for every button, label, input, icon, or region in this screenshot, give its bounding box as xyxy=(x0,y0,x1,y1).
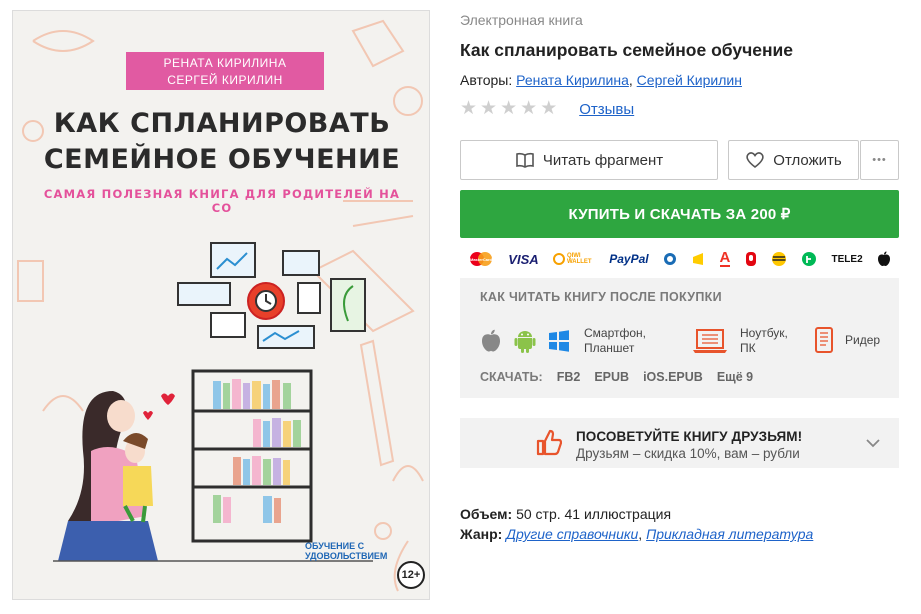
defer-label: Отложить xyxy=(773,151,842,169)
mastercard-icon: MasterCard xyxy=(468,251,494,267)
cover-subtitle: САМАЯ ПОЛЕЗНАЯ КНИГА ДЛЯ РОДИТЕЛЕЙ НА СО xyxy=(43,187,401,215)
thumbs-up-icon xyxy=(536,428,563,461)
age-rating-badge: 12+ xyxy=(397,561,425,589)
volume-row: Объем: 50 стр. 41 иллюстрация xyxy=(460,506,671,522)
laptop-icon xyxy=(692,328,728,354)
read-fragment-button[interactable]: Читать фрагмент xyxy=(460,140,718,180)
author-link-1[interactable]: Рената Кирилина xyxy=(516,72,629,88)
device-mobile[interactable]: Смартфон, Планшет xyxy=(480,326,646,356)
star-icon[interactable]: ★ xyxy=(480,99,497,119)
cover-title-line-1: КАК СПЛАНИРОВАТЬ xyxy=(53,108,391,139)
buy-button[interactable]: КУПИТЬ И СКАЧАТЬ ЗА 200 ₽ xyxy=(460,190,899,238)
book-cover[interactable]: РЕНАТА КИРИЛИНА СЕРГЕЙ КИРИЛИН КАК СПЛАН… xyxy=(12,10,430,600)
svg-text:MasterCard: MasterCard xyxy=(470,257,493,262)
beeline-icon xyxy=(771,251,787,267)
defer-button[interactable]: Отложить xyxy=(728,140,859,180)
recommend-subtitle: Друзьям – скидка 10%, вам – рубли xyxy=(576,446,800,461)
rating-row: ★ ★ ★ ★ ★ Отзывы xyxy=(460,99,634,119)
cover-author-1: РЕНАТА КИРИЛИНА xyxy=(163,56,287,70)
more-formats-link[interactable]: Ещё 9 xyxy=(717,370,753,384)
authors-label: Авторы: xyxy=(460,72,513,88)
genre-label: Жанр: xyxy=(460,526,503,542)
recommend-title: ПОСОВЕТУЙТЕ КНИГУ ДРУЗЬЯМ! xyxy=(576,429,803,444)
product-type-label: Электронная книга xyxy=(460,12,583,28)
windows-icon xyxy=(548,330,570,352)
mts-icon xyxy=(745,251,757,267)
reviews-link[interactable]: Отзывы xyxy=(579,101,634,118)
webmoney-icon xyxy=(663,252,677,266)
ereader-icon xyxy=(815,327,833,353)
format-fb2-link[interactable]: FB2 xyxy=(557,370,581,384)
genre-link-2[interactable]: Прикладная литература xyxy=(646,526,813,542)
how-to-read-title: КАК ЧИТАТЬ КНИГУ ПОСЛЕ ПОКУПКИ xyxy=(480,290,722,304)
more-dots-icon: ••• xyxy=(872,154,887,166)
qiwi-icon: QIWI WALLET xyxy=(552,253,595,265)
cover-title-line-2: СЕМЕЙНОЕ ОБУЧЕНИЕ xyxy=(43,144,401,175)
cover-author-2: СЕРГЕЙ КИРИЛИН xyxy=(167,73,283,87)
volume-value: 50 стр. 41 иллюстрация xyxy=(516,506,672,522)
author-link-2[interactable]: Сергей Кирилин xyxy=(637,72,742,88)
book-title: Как спланировать семейное обучение xyxy=(460,40,794,60)
download-formats: СКАЧАТЬ: FB2 EPUB iOS.EPUB Ещё 9 xyxy=(480,370,753,384)
star-icon[interactable]: ★ xyxy=(460,99,477,119)
apple-os-icon xyxy=(480,329,502,353)
rating-stars[interactable]: ★ ★ ★ ★ ★ xyxy=(460,99,557,119)
star-icon[interactable]: ★ xyxy=(500,99,517,119)
cover-title: КАК СПЛАНИРОВАТЬ СЕМЕЙНОЕ ОБУЧЕНИЕ xyxy=(43,106,401,178)
android-icon xyxy=(514,329,536,353)
format-epub-link[interactable]: EPUB xyxy=(594,370,629,384)
visa-icon: VISA xyxy=(508,251,539,267)
device-laptop[interactable]: Ноутбук, ПК xyxy=(692,326,788,356)
open-book-icon xyxy=(515,152,535,168)
chevron-down-icon[interactable] xyxy=(865,435,881,453)
device-reader[interactable]: Ридер xyxy=(815,326,880,354)
format-ios-epub-link[interactable]: iOS.EPUB xyxy=(643,370,703,384)
cover-authors: РЕНАТА КИРИЛИНА СЕРГЕЙ КИРИЛИН xyxy=(126,52,324,90)
paypal-icon: PayPal xyxy=(609,252,649,266)
mobile-devices-label: Смартфон, Планшет xyxy=(584,326,647,355)
genre-row: Жанр: Другие справочники, Прикладная лит… xyxy=(460,526,814,542)
alfa-bank-icon: А xyxy=(719,249,731,267)
volume-label: Объем: xyxy=(460,506,513,522)
download-label: СКАЧАТЬ: xyxy=(480,370,543,384)
yandex-money-icon xyxy=(691,251,705,267)
tele2-icon: TELE2 xyxy=(831,253,863,265)
megafon-icon xyxy=(801,251,817,267)
star-icon[interactable]: ★ xyxy=(540,99,557,119)
read-fragment-label: Читать фрагмент xyxy=(542,151,664,169)
cover-publisher-logo: ОБУЧЕНИЕ С УДОВОЛЬСТВИЕМ xyxy=(305,541,388,561)
authors-line: Авторы: Рената Кирилина, Сергей Кирилин xyxy=(460,72,742,88)
more-options-button[interactable]: ••• xyxy=(860,140,899,180)
reader-label: Ридер xyxy=(845,332,881,347)
how-to-read-panel: КАК ЧИТАТЬ КНИГУ ПОСЛЕ ПОКУПКИ Смартфон,… xyxy=(460,278,899,398)
apple-icon xyxy=(877,251,891,267)
heart-icon xyxy=(745,151,765,169)
payment-methods: MasterCard VISA QIWI WALLET PayPal А TEL… xyxy=(460,246,899,272)
star-icon[interactable]: ★ xyxy=(520,99,537,119)
laptop-label: Ноутбук, ПК xyxy=(740,326,788,355)
recommend-to-friends[interactable]: ПОСОВЕТУЙТЕ КНИГУ ДРУЗЬЯМ! Друзьям – ски… xyxy=(460,418,899,468)
genre-link-1[interactable]: Другие справочники xyxy=(506,526,638,542)
